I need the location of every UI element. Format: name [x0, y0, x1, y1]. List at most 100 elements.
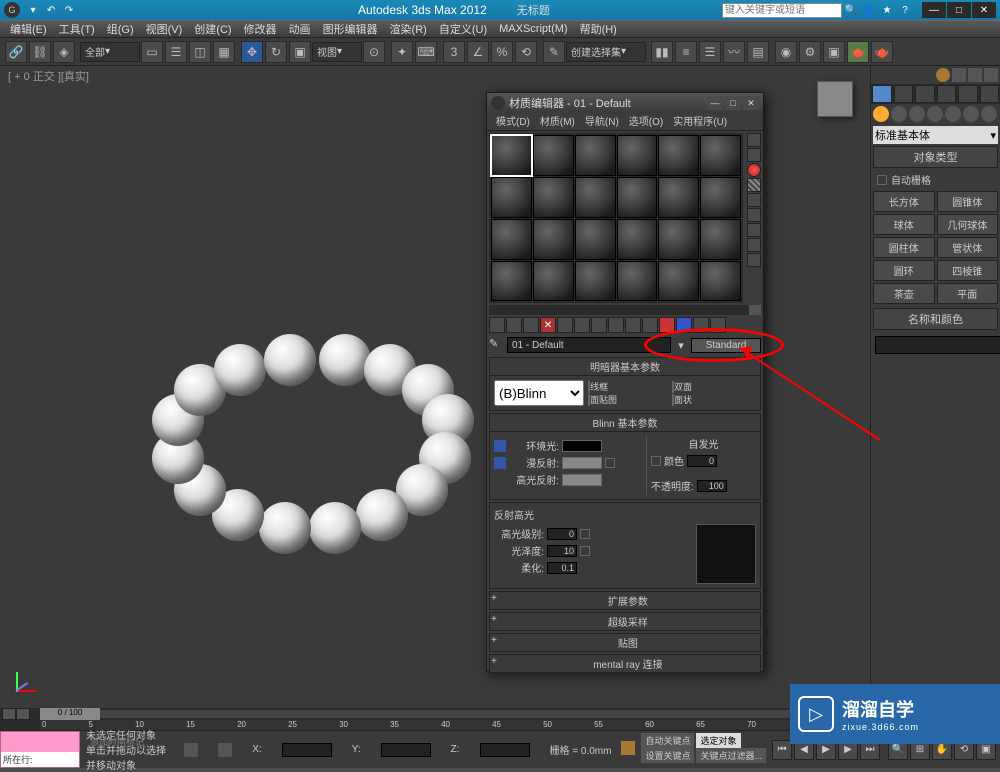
viewcube[interactable] — [810, 75, 860, 125]
lock-diffuse-icon[interactable] — [494, 457, 506, 469]
bind-icon[interactable]: ◈ — [53, 41, 75, 63]
menu-animation[interactable]: 动画 — [283, 21, 317, 37]
rollout-extended[interactable]: +扩展参数 — [489, 591, 761, 610]
me-menu-material[interactable]: 材质(M) — [535, 113, 580, 130]
btn-box[interactable]: 长方体 — [873, 191, 935, 212]
me-menu-options[interactable]: 选项(O) — [624, 113, 668, 130]
background-icon[interactable] — [747, 163, 761, 177]
material-id-icon[interactable] — [608, 317, 624, 333]
cat-helpers-icon[interactable] — [945, 106, 961, 122]
ref-coord-system[interactable]: 视图 ▾ — [312, 42, 362, 62]
search-icon[interactable]: 🔍 — [844, 3, 858, 17]
btn-pyramid[interactable]: 四棱锥 — [937, 260, 999, 281]
rollout-maps[interactable]: +贴图 — [489, 633, 761, 652]
rollout-supersampling[interactable]: +超级采样 — [489, 612, 761, 631]
preview-icon[interactable] — [747, 223, 761, 237]
go-forward-icon[interactable] — [676, 317, 692, 333]
move-icon[interactable]: ✥ — [241, 41, 263, 63]
tab-create-icon[interactable] — [872, 85, 892, 103]
material-slot[interactable] — [491, 261, 532, 302]
auto-grid-checkbox[interactable] — [877, 175, 887, 185]
btn-torus[interactable]: 圆环 — [873, 260, 935, 281]
material-slot[interactable] — [658, 135, 699, 176]
spinner-snap-icon[interactable]: ⟲ — [515, 41, 537, 63]
me-minimize-button[interactable]: — — [707, 96, 723, 110]
autokey-button[interactable]: 自动关键点 — [641, 733, 694, 748]
me-maximize-button[interactable]: □ — [725, 96, 741, 110]
material-slot[interactable] — [575, 261, 616, 302]
material-slot[interactable] — [700, 219, 741, 260]
render-setup-icon[interactable]: ⚙ — [799, 41, 821, 63]
btn-geosphere[interactable]: 几何球体 — [937, 214, 999, 235]
angle-snap-icon[interactable]: ∠ — [467, 41, 489, 63]
material-type-button[interactable]: Standard — [691, 338, 761, 353]
video-check-icon[interactable] — [747, 208, 761, 222]
get-material-icon[interactable] — [489, 317, 505, 333]
lock-selection-icon[interactable] — [184, 743, 198, 757]
goto-start-icon[interactable]: ⏮ — [772, 740, 792, 760]
help-search-input[interactable] — [722, 3, 842, 18]
scale-icon[interactable]: ▣ — [289, 41, 311, 63]
show-map-icon[interactable] — [625, 317, 641, 333]
go-parent-icon[interactable] — [659, 317, 675, 333]
select-by-mat-icon[interactable] — [747, 253, 761, 267]
material-name-input[interactable] — [507, 337, 671, 353]
material-slot[interactable] — [533, 219, 574, 260]
material-slot[interactable] — [491, 219, 532, 260]
assign-to-selection-icon[interactable] — [523, 317, 539, 333]
sample-type-icon[interactable] — [747, 133, 761, 147]
panel-icon[interactable] — [984, 68, 998, 82]
soften-spinner[interactable] — [547, 562, 577, 574]
render-icon[interactable]: 🫖 — [847, 41, 869, 63]
uv-tiling-icon[interactable] — [747, 193, 761, 207]
time-tag-label[interactable]: 添加时间标记 — [90, 735, 144, 748]
coord-x-input[interactable] — [282, 743, 332, 757]
material-slot[interactable] — [617, 261, 658, 302]
close-button[interactable]: ✕ — [972, 2, 996, 18]
material-slot[interactable] — [575, 219, 616, 260]
schematic-icon[interactable]: ▤ — [747, 41, 769, 63]
selection-filter[interactable]: 全部 ▾ — [80, 42, 140, 62]
material-slot[interactable] — [617, 219, 658, 260]
menu-edit[interactable]: 编辑(E) — [4, 21, 53, 37]
material-slot[interactable] — [700, 135, 741, 176]
rotate-icon[interactable]: ↻ — [265, 41, 287, 63]
key-icon[interactable] — [621, 741, 635, 755]
star-icon[interactable]: ★ — [880, 3, 894, 17]
menu-tools[interactable]: 工具(T) — [53, 21, 101, 37]
unlink-icon[interactable]: ⛓ — [29, 41, 51, 63]
backlight-icon[interactable] — [747, 148, 761, 162]
cat-lights-icon[interactable] — [909, 106, 925, 122]
manipulate-icon[interactable]: ✦ — [391, 41, 413, 63]
material-slot[interactable] — [617, 135, 658, 176]
me-close-button[interactable]: ✕ — [743, 96, 759, 110]
info-icon[interactable]: 👤 — [862, 3, 876, 17]
tab-hierarchy-icon[interactable] — [915, 85, 935, 103]
tab-motion-icon[interactable] — [937, 85, 957, 103]
object-name-input[interactable] — [875, 336, 1000, 354]
material-slot[interactable] — [491, 135, 532, 176]
edit-selection-set-icon[interactable]: ✎ — [543, 41, 565, 63]
link-icon[interactable]: 🔗 — [5, 41, 27, 63]
menu-maxscript[interactable]: MAXScript(M) — [493, 23, 573, 35]
minimize-button[interactable]: — — [922, 2, 946, 18]
btn-teapot[interactable]: 茶壶 — [873, 283, 935, 304]
menu-modifiers[interactable]: 修改器 — [238, 21, 283, 37]
material-slot[interactable] — [575, 135, 616, 176]
material-slot[interactable] — [617, 177, 658, 218]
cb-self-illum-color[interactable] — [651, 456, 661, 466]
layer-icon[interactable]: ☰ — [699, 41, 721, 63]
menu-rendering[interactable]: 渲染(R) — [384, 21, 433, 37]
redo-icon[interactable]: ↷ — [62, 3, 76, 17]
named-selection-sets[interactable]: 创建选择集 ▾ — [566, 42, 646, 62]
material-slot[interactable] — [700, 261, 741, 302]
render-iterative-icon[interactable]: 🫖 — [871, 41, 893, 63]
diffuse-map-button[interactable] — [605, 458, 615, 468]
glossiness-spinner[interactable] — [547, 545, 577, 557]
me-menu-modes[interactable]: 模式(D) — [491, 113, 535, 130]
menu-group[interactable]: 组(G) — [101, 21, 140, 37]
select-region-icon[interactable]: ◫ — [189, 41, 211, 63]
material-editor-titlebar[interactable]: 材质编辑器 - 01 - Default — □ ✕ — [487, 93, 763, 113]
panel-icon[interactable] — [968, 68, 982, 82]
mirror-icon[interactable]: ▮▮ — [651, 41, 673, 63]
